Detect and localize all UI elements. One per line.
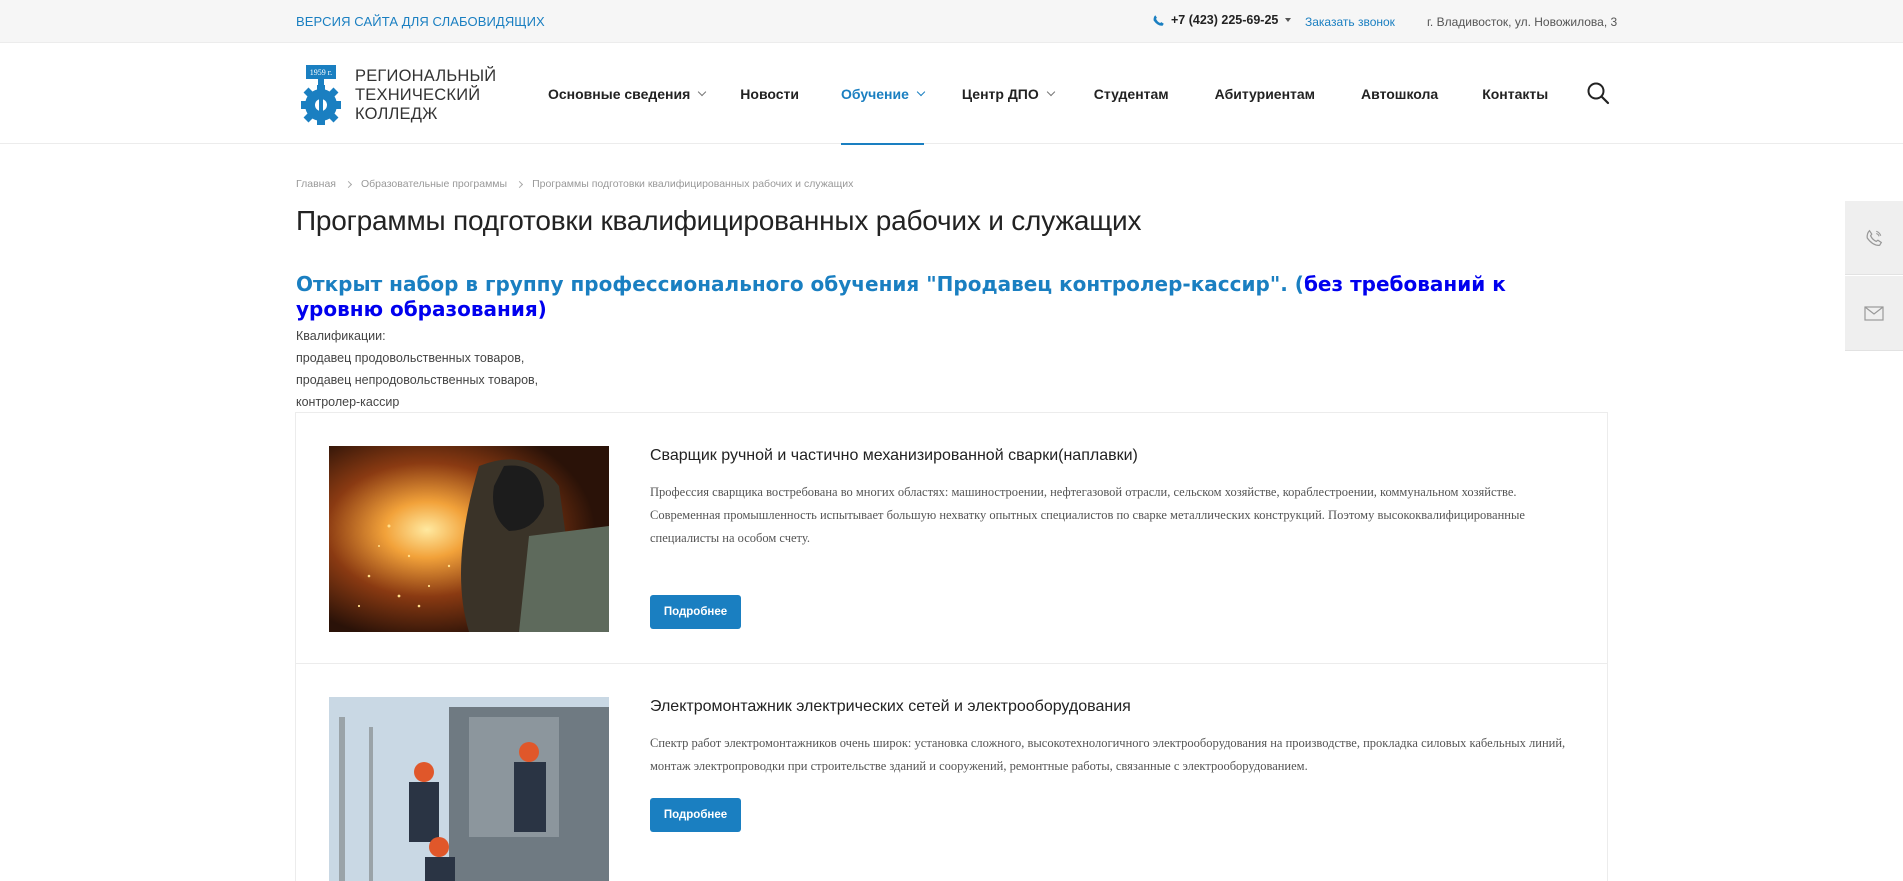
- welder-photo: [329, 446, 609, 632]
- list-item: Электромонтажник электрических сетей и э…: [296, 664, 1607, 881]
- breadcrumb-current: Программы подготовки квалифицированных р…: [532, 178, 854, 190]
- breadcrumb: Главная Образовательные программы Програ…: [296, 178, 853, 190]
- nav-item-contacts[interactable]: Контакты: [1482, 43, 1548, 144]
- qualifications-heading: Квалификации:: [296, 329, 386, 343]
- list-item: Сварщик ручной и частично механизированн…: [296, 413, 1607, 664]
- more-button[interactable]: Подробнее: [650, 595, 741, 629]
- program-title[interactable]: Сварщик ручной и частично механизированн…: [650, 447, 1138, 465]
- chevron-down-icon: [1046, 87, 1056, 96]
- qualification-item: контролер-кассир: [296, 395, 400, 409]
- nav-item-education[interactable]: Обучение: [840, 43, 926, 145]
- page-title: Программы подготовки квалифицированных р…: [296, 205, 1142, 236]
- chevron-right-icon: [344, 180, 353, 188]
- breadcrumb-home[interactable]: Главная: [296, 178, 336, 190]
- program-description: Профессия сварщика востребована во многи…: [650, 485, 1525, 545]
- chevron-right-icon: [516, 180, 524, 188]
- announcement-part-1: Открыт набор в группу профессионального …: [296, 272, 1304, 296]
- nav-item-dpo-center[interactable]: Центр ДПО: [961, 43, 1056, 144]
- nav-label: Новости: [740, 85, 799, 102]
- phone-icon: [1866, 229, 1883, 246]
- callback-widget[interactable]: [1845, 201, 1903, 275]
- phone-icon: [1153, 14, 1164, 26]
- electrician-image[interactable]: [329, 697, 609, 881]
- logo-year: 1959 г.: [310, 68, 332, 77]
- callback-link[interactable]: Заказать звонок: [1305, 15, 1395, 29]
- main-nav: Основные сведения Новости Обучение Центр…: [548, 43, 1548, 145]
- nav-label: Обучение: [840, 85, 909, 102]
- blind-version-link[interactable]: ВЕРСИЯ САЙТА ДЛЯ СЛАБОВИДЯЩИХ: [296, 14, 545, 29]
- nav-label: Студентам: [1093, 85, 1169, 102]
- nav-item-driving-school[interactable]: Автошкола: [1361, 43, 1438, 144]
- nav-label: Автошкола: [1361, 85, 1439, 102]
- chevron-down-icon: [916, 87, 926, 96]
- address-text: г. Владивосток, ул. Новожилова, 3: [1427, 15, 1618, 29]
- phone-dropdown[interactable]: +7 (423) 225-69-25: [1152, 13, 1292, 27]
- mail-icon: [1864, 305, 1884, 321]
- qualification-item: продавец продовольственных товаров,: [296, 351, 525, 365]
- welder-image[interactable]: [329, 446, 609, 632]
- phone-number: +7 (423) 225-69-25: [1171, 13, 1279, 27]
- nav-item-news[interactable]: Новости: [740, 43, 799, 144]
- nav-label: Центр ДПО: [961, 85, 1039, 102]
- logo-line-1: Региональный: [355, 66, 497, 85]
- qualification-item: продавец непродовольственных товаров,: [296, 373, 539, 387]
- header: 1959 г. Региональный технический колледж: [0, 43, 1903, 145]
- nav-label: Основные сведения: [548, 85, 691, 102]
- logo[interactable]: 1959 г. Региональный технический колледж: [296, 63, 496, 127]
- nav-label: Абитуриентам: [1214, 85, 1316, 102]
- nav-label: Контакты: [1482, 85, 1549, 102]
- nav-item-students[interactable]: Студентам: [1094, 43, 1169, 144]
- announcement: Открыт набор в группу профессионального …: [296, 272, 1596, 322]
- qualifications-list: Квалификации: продавец продовольственных…: [296, 325, 538, 413]
- chevron-down-icon: [698, 87, 707, 96]
- breadcrumb-programs[interactable]: Образовательные программы: [361, 178, 507, 190]
- logo-text: Региональный технический колледж: [355, 67, 496, 124]
- program-description: Спектр работ электромонтажников очень ши…: [650, 736, 1566, 773]
- program-title[interactable]: Электромонтажник электрических сетей и э…: [650, 698, 1131, 716]
- program-list: Сварщик ручной и частично механизированн…: [295, 412, 1608, 881]
- logo-line-2: технический: [355, 85, 481, 104]
- nav-item-basic-info[interactable]: Основные сведения: [548, 43, 707, 144]
- top-bar: ВЕРСИЯ САЙТА ДЛЯ СЛАБОВИДЯЩИХ +7 (423) 2…: [0, 0, 1903, 43]
- electrician-photo: [329, 697, 609, 881]
- logo-line-3: колледж: [355, 104, 438, 123]
- more-button[interactable]: Подробнее: [650, 798, 741, 832]
- search-icon[interactable]: [1586, 81, 1610, 105]
- mail-widget[interactable]: [1845, 276, 1903, 351]
- logo-gear-icon: 1959 г.: [301, 65, 341, 125]
- chevron-down-icon: [1285, 18, 1292, 22]
- nav-item-applicants[interactable]: Абитуриентам: [1215, 43, 1315, 144]
